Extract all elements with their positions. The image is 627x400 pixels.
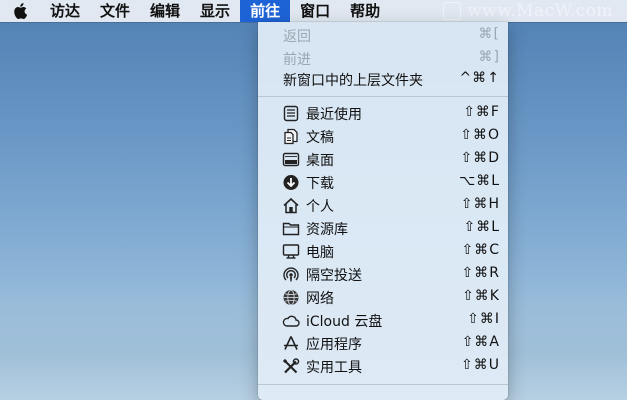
menu-item-label: 应用程序: [306, 337, 362, 353]
menu-bar: 访达 文件 编辑 显示 前往 窗口 帮助 www.MacW.com: [0, 0, 627, 22]
menu-item-label: 返回: [283, 29, 311, 45]
apple-logo-icon[interactable]: [0, 0, 40, 22]
menu-help[interactable]: 帮助: [340, 0, 390, 22]
menu-edit[interactable]: 编辑: [140, 0, 190, 22]
desktop-icon: [282, 152, 300, 167]
menu-view[interactable]: 显示: [190, 0, 240, 22]
airdrop-icon: [283, 267, 299, 282]
menu-item-label: 电脑: [306, 245, 334, 261]
menu-item-recents[interactable]: 最近使用 ⇧⌘F: [258, 102, 508, 125]
menu-item-label: 网络: [306, 291, 334, 307]
menu-window[interactable]: 窗口: [290, 0, 340, 22]
menu-item-shortcut: ⇧⌘A: [461, 334, 500, 350]
menu-item-documents[interactable]: 文稿 ⇧⌘O: [258, 125, 508, 148]
menu-item-home[interactable]: 个人 ⇧⌘H: [258, 194, 508, 217]
menu-item-shortcut: ⇧⌘R: [461, 265, 500, 281]
watermark-text: www.MacW.com: [467, 1, 613, 21]
menu-item-label: 新窗口中的上层文件夹: [283, 73, 423, 89]
menu-item-label: 实用工具: [306, 360, 362, 376]
menu-item-shortcut: ⇧⌘H: [460, 196, 500, 212]
home-icon: [283, 197, 299, 214]
menu-item-label: 文稿: [306, 130, 334, 146]
menu-item-desktop[interactable]: 桌面 ⇧⌘D: [258, 148, 508, 171]
watermark-logo-icon: [443, 2, 462, 20]
menu-item-label: 前进: [283, 52, 311, 68]
menu-item-icloud-drive[interactable]: iCloud 云盘 ⇧⌘I: [258, 309, 508, 332]
menu-item-forward[interactable]: 前进 ⌘]: [258, 47, 508, 70]
menu-item-library[interactable]: 资源库 ⇧⌘L: [258, 217, 508, 240]
menu-file[interactable]: 文件: [90, 0, 140, 22]
menu-item-shortcut: ⇧⌘C: [461, 242, 500, 258]
menu-item-shortcut: ⇧⌘D: [460, 150, 500, 166]
menu-item-label: 隔空投送: [306, 268, 362, 284]
menu-item-label: 个人: [306, 199, 334, 215]
documents-icon: [284, 128, 298, 145]
menu-finder[interactable]: 访达: [40, 0, 90, 22]
watermark: www.MacW.com: [443, 1, 613, 21]
menu-item-label: 资源库: [306, 222, 348, 238]
folder-icon: [282, 222, 300, 236]
downloads-icon: [283, 175, 299, 190]
menu-item-shortcut: ⇧⌘F: [463, 104, 500, 120]
menu-item-airdrop[interactable]: 隔空投送 ⇧⌘R: [258, 263, 508, 286]
menu-item-label: 下载: [306, 176, 334, 192]
menu-item-utilities[interactable]: 实用工具 ⇧⌘U: [258, 355, 508, 378]
applications-icon: [284, 336, 298, 350]
computer-icon: [282, 244, 300, 259]
network-icon: [283, 289, 299, 306]
menu-separator: [258, 384, 508, 385]
menu-go[interactable]: 前往: [240, 0, 291, 22]
menu-item-shortcut: ⇧⌘K: [462, 288, 500, 304]
menu-item-shortcut: ⌥⌘L: [459, 173, 500, 189]
utilities-icon: [282, 358, 300, 374]
menu-item-network[interactable]: 网络 ⇧⌘K: [258, 286, 508, 309]
menu-item-shortcut: ⇧⌘I: [467, 311, 500, 327]
menu-item-label: 最近使用: [306, 107, 362, 123]
menu-item-back[interactable]: 返回 ⌘[: [258, 24, 508, 47]
menu-item-shortcut: ⇧⌘O: [460, 127, 500, 143]
menu-item-shortcut: ⌘[: [478, 26, 500, 42]
menu-item-shortcut: ^⌘↑: [459, 70, 500, 86]
menu-item-downloads[interactable]: 下载 ⌥⌘L: [258, 171, 508, 194]
menu-item-shortcut: ⇧⌘U: [461, 357, 500, 373]
menu-item-computer[interactable]: 电脑 ⇧⌘C: [258, 240, 508, 263]
menu-separator: [258, 96, 508, 97]
menu-item-label: iCloud 云盘: [306, 314, 383, 330]
menu-item-shortcut: ⇧⌘L: [463, 219, 500, 235]
go-menu-dropdown: 返回 ⌘[ 前进 ⌘] 新窗口中的上层文件夹 ^⌘↑ 最近使用 ⇧⌘F 文稿 ⇧…: [258, 22, 508, 400]
menu-item-applications[interactable]: 应用程序 ⇧⌘A: [258, 332, 508, 355]
menu-item-label: 桌面: [306, 153, 334, 169]
icloud-icon: [282, 315, 300, 327]
menu-item-enclosing-folder-new-window[interactable]: 新窗口中的上层文件夹 ^⌘↑: [258, 68, 508, 91]
menu-item-shortcut: ⌘]: [478, 49, 500, 65]
recents-icon: [283, 105, 299, 122]
